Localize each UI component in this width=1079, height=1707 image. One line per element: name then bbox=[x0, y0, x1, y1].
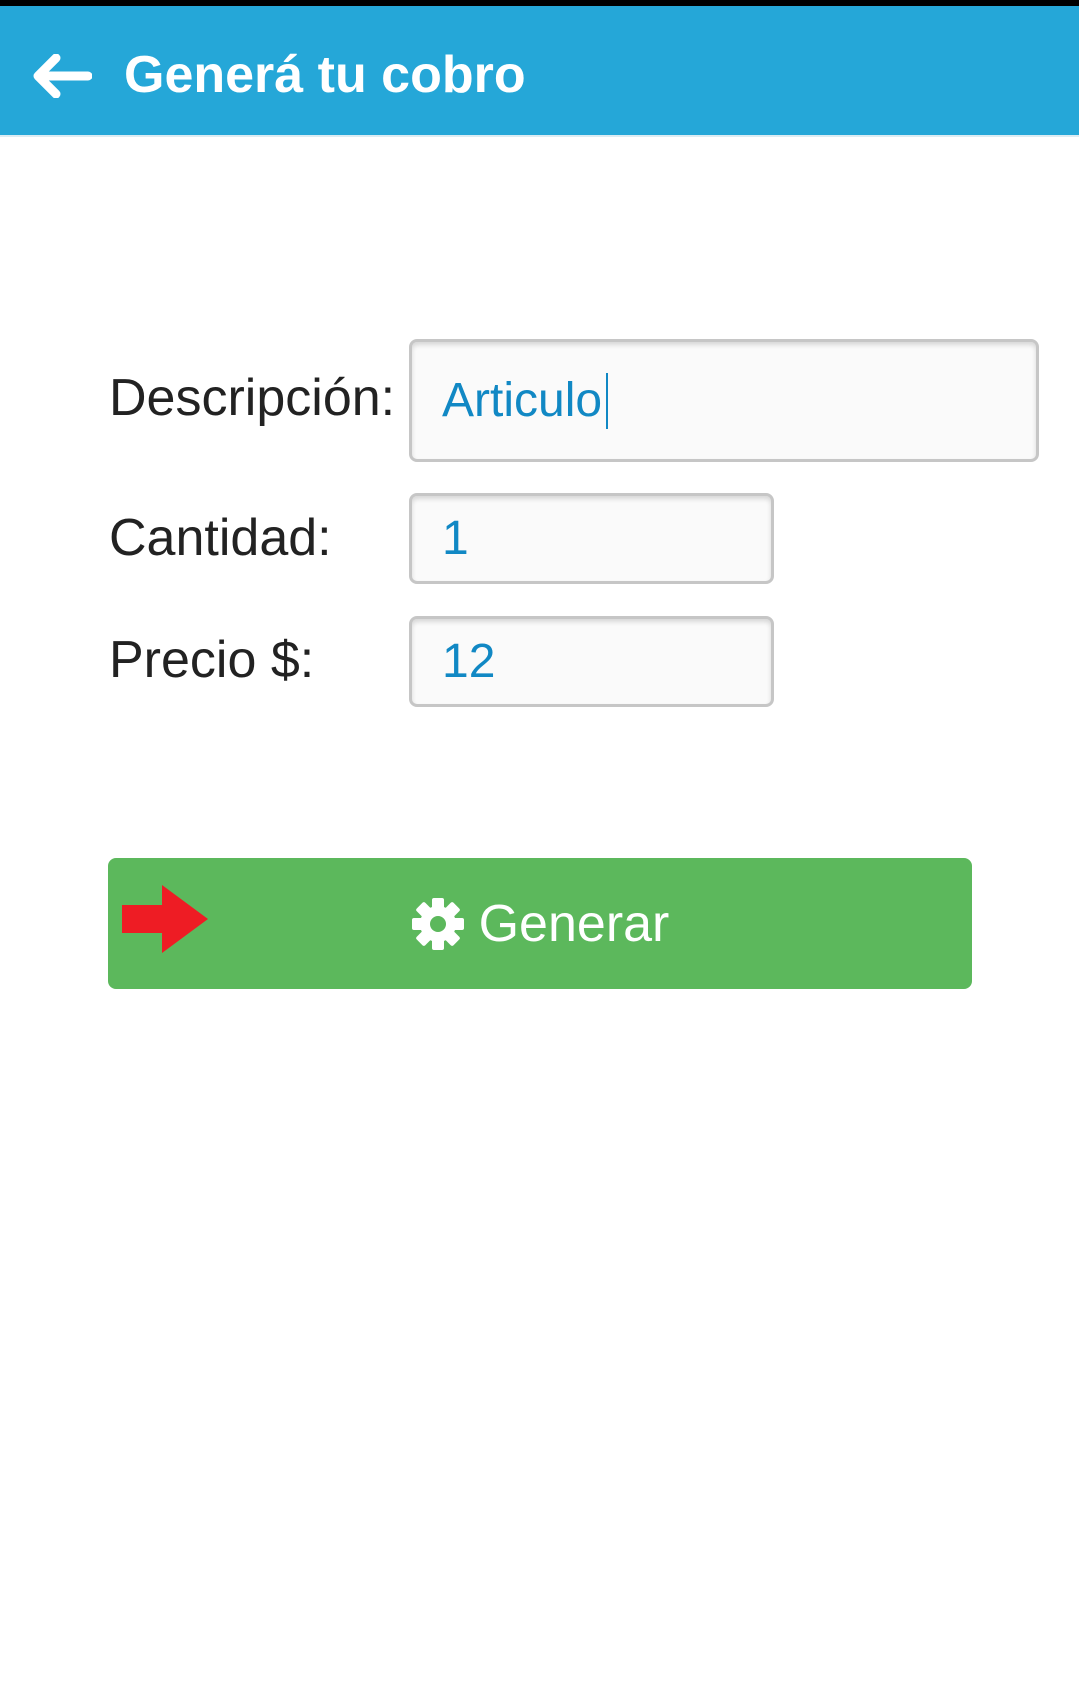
arrow-left-icon bbox=[33, 54, 92, 98]
page: Generá tu cobro Descripción: Cantidad: P… bbox=[0, 0, 1079, 1707]
description-input[interactable] bbox=[409, 339, 1039, 462]
red-arrow-right-icon bbox=[122, 885, 208, 953]
back-button[interactable] bbox=[22, 36, 102, 116]
description-label: Descripción: bbox=[109, 369, 396, 427]
page-title: Generá tu cobro bbox=[124, 46, 526, 104]
quantity-input[interactable] bbox=[409, 493, 774, 584]
price-input[interactable] bbox=[409, 616, 774, 707]
text-cursor bbox=[606, 373, 608, 429]
generate-button[interactable] bbox=[108, 858, 972, 989]
quantity-label: Cantidad: bbox=[109, 509, 332, 567]
price-label: Precio $: bbox=[109, 631, 315, 689]
app-bar: Generá tu cobro bbox=[0, 6, 1079, 137]
